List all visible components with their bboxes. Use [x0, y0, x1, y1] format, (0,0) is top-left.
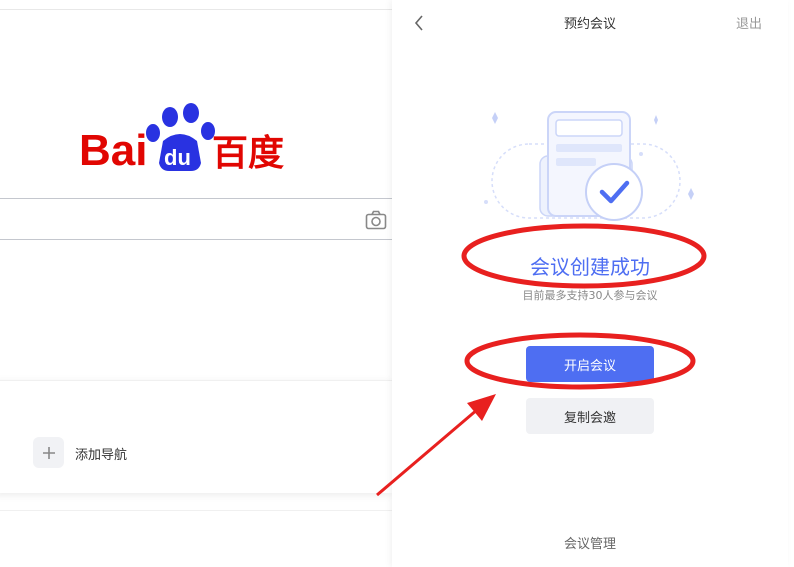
- baidu-logo[interactable]: Bai du 百度: [79, 101, 294, 173]
- meeting-management-link[interactable]: 会议管理: [540, 533, 640, 552]
- copy-invite-button[interactable]: 复制会邀: [526, 398, 654, 434]
- meeting-success-illustration: [484, 111, 694, 221]
- logo-text-cn: 百度: [212, 133, 284, 173]
- camera-icon[interactable]: [365, 210, 387, 230]
- meeting-panel: [392, 0, 788, 567]
- logo-text-du: du: [164, 145, 191, 170]
- plus-icon: [42, 446, 55, 459]
- add-navigation-button[interactable]: [33, 437, 64, 468]
- success-title: 会议创建成功: [530, 255, 650, 279]
- panel-title: 预约会议: [563, 17, 616, 32]
- success-subtitle: 目前最多支持30人参与会议: [522, 289, 658, 302]
- top-divider: [0, 9, 392, 10]
- back-arrow-icon[interactable]: [412, 14, 426, 32]
- logo-text-bai: Bai: [79, 126, 147, 173]
- add-navigation-label[interactable]: 添加导航: [75, 444, 127, 463]
- search-input[interactable]: [0, 198, 394, 240]
- exit-link[interactable]: 退出: [736, 13, 762, 32]
- bottom-divider: [0, 510, 392, 511]
- start-meeting-button[interactable]: 开启会议: [526, 346, 654, 382]
